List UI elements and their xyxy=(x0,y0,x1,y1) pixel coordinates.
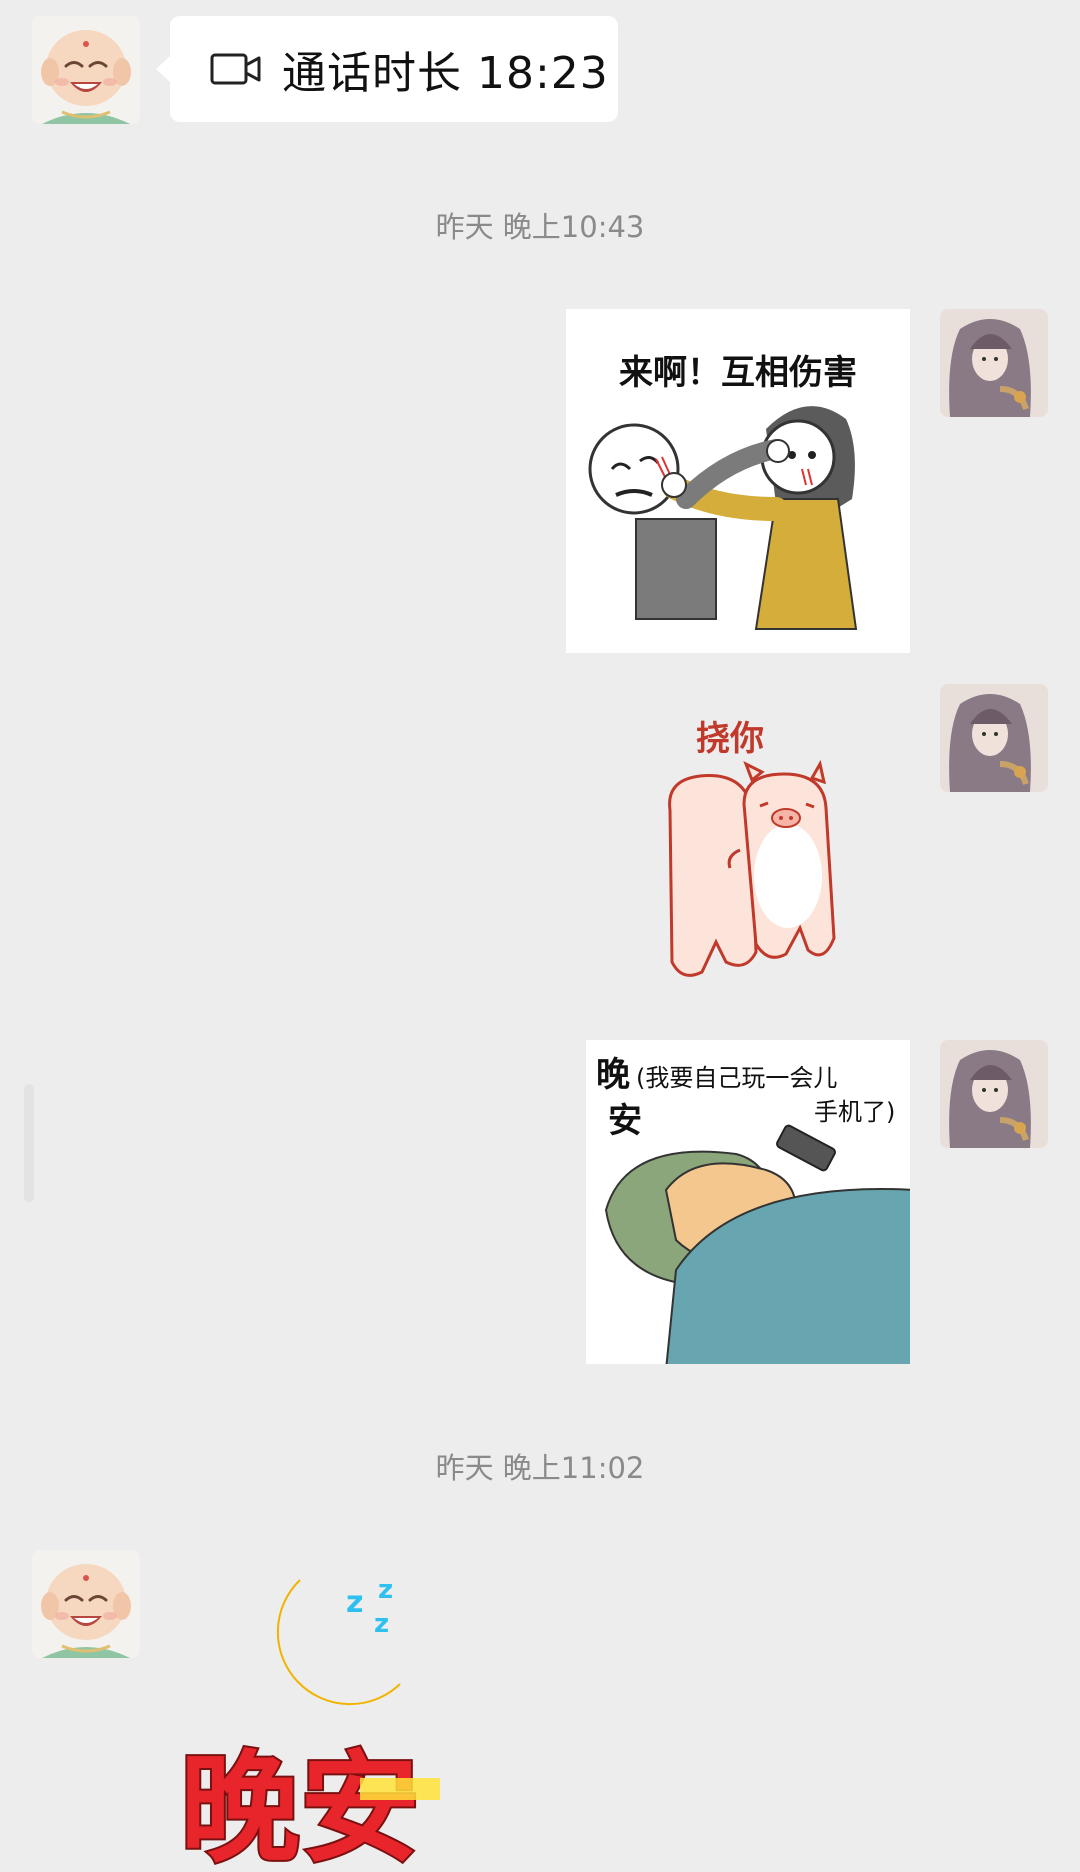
call-duration-text: 通话时长 18:23 xyxy=(282,48,609,99)
sticker-caption-line2b: 手机了) xyxy=(814,1098,895,1126)
svg-text:z: z xyxy=(374,1609,389,1639)
self-avatar[interactable] xyxy=(940,1040,1048,1148)
sticker-caption: 来啊！互相伤害 xyxy=(619,353,857,393)
video-camera-icon xyxy=(210,52,262,86)
buddha-avatar-icon xyxy=(32,16,140,124)
goodnight-moon-illustration: z z z 晚安 xyxy=(178,1575,440,1872)
sticker-caption-line1: 晚 xyxy=(596,1055,630,1095)
zzz-icon: z xyxy=(346,1585,363,1620)
self-avatar[interactable] xyxy=(940,309,1048,417)
timestamp: 昨天 晚上11:02 xyxy=(435,1451,645,1485)
buddha-avatar-icon xyxy=(32,1550,140,1658)
svg-text:z: z xyxy=(378,1575,393,1605)
contact-avatar[interactable] xyxy=(32,1550,140,1658)
goodnight-text: 晚安 xyxy=(180,1740,420,1868)
scroll-indicator[interactable] xyxy=(24,1084,34,1202)
self-avatar[interactable] xyxy=(940,684,1048,792)
girl-portrait-avatar-icon xyxy=(940,1040,1048,1148)
sticker-message-fight[interactable]: 来啊！互相伤害 xyxy=(566,309,910,653)
timestamp: 昨天 晚上10:43 xyxy=(435,210,645,244)
fight-illustration: 来啊！互相伤害 xyxy=(566,309,910,653)
contact-avatar[interactable] xyxy=(32,16,140,124)
sticker-caption-line2: 安 xyxy=(608,1101,642,1141)
girl-portrait-avatar-icon xyxy=(940,684,1048,792)
video-call-message[interactable]: 通话时长 18:23 xyxy=(156,16,618,122)
sleeping-with-phone-illustration: 晚 (我要自己玩一会儿 安 手机了) xyxy=(586,1040,910,1364)
sticker-caption: 挠你 xyxy=(696,719,764,759)
sticker-message-goodnight[interactable]: z z z 晚安 xyxy=(170,1560,510,1872)
sticker-message-sleep[interactable]: 晚 (我要自己玩一会儿 安 手机了) xyxy=(586,1040,910,1364)
girl-portrait-avatar-icon xyxy=(940,309,1048,417)
pigs-illustration: 挠你 xyxy=(668,719,836,977)
sticker-caption-line1b: (我要自己玩一会儿 xyxy=(636,1064,837,1092)
sticker-message-pigs[interactable]: 挠你 xyxy=(640,700,880,1000)
